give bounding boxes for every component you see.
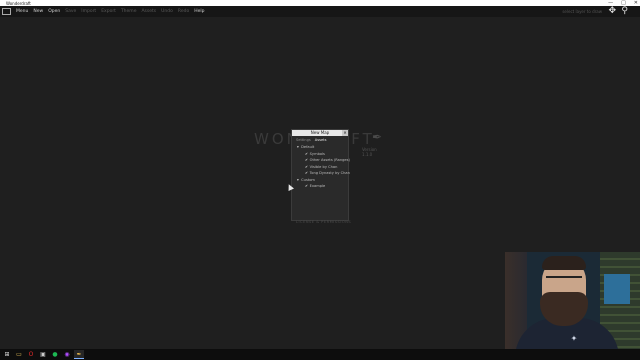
menu-item-open[interactable]: Open — [48, 9, 60, 14]
tree-label: Example — [309, 184, 326, 188]
tree-label: Symbols — [309, 151, 325, 156]
dialog-titlebar: New Map ✕ — [292, 130, 348, 136]
menu-item-save: Save — [65, 9, 77, 14]
menu-item-export: Export — [101, 9, 116, 14]
menu-item-theme: Theme — [120, 9, 137, 14]
tab-assets[interactable]: Assets — [315, 138, 327, 142]
menu-item-assets: Assets — [141, 9, 157, 14]
menu-item-new[interactable]: New — [33, 9, 43, 14]
dialog-title: New Map — [310, 130, 330, 135]
checkbox-icon[interactable]: ✔ — [305, 170, 309, 177]
menu-item-redo: Redo — [177, 9, 190, 14]
menu-item-menu[interactable]: Menu — [16, 9, 28, 14]
expand-arrow-icon[interactable]: ▾ — [297, 144, 300, 151]
tree-label: Tong Dynasty by Chan — [309, 171, 350, 175]
quill-icon: ✒ — [372, 130, 386, 144]
webcam-person-glasses — [546, 276, 582, 284]
tree-label: Custom — [301, 177, 315, 182]
menu-item-undo: Undo — [161, 9, 173, 14]
checkbox-icon[interactable]: ✔ — [305, 183, 309, 190]
version-label: Version 1.1.0 — [362, 147, 377, 157]
wonderdraft-icon[interactable]: ✒ — [74, 350, 84, 359]
os-taskbar: ⊞ ▭ O ▣ ● ◉ ✒ — [0, 349, 640, 360]
menu-item-import: Import — [81, 9, 97, 14]
tree-item-example[interactable]: ✔ Example — [295, 183, 345, 190]
webcam-person-hair — [542, 256, 586, 270]
tab-settings[interactable]: Settings — [296, 138, 311, 142]
opera-icon[interactable]: O — [26, 350, 36, 359]
spotify-icon[interactable]: ● — [50, 350, 60, 359]
webcam-overlay: ✦ — [505, 252, 640, 349]
tree-label: Other Assets (Ranges) — [309, 158, 350, 162]
dialog-close-button[interactable]: ✕ — [342, 130, 348, 136]
app-icon[interactable]: ▣ — [38, 350, 48, 359]
windows-start-icon[interactable]: ⊞ — [2, 350, 12, 359]
window-title: Wonderdraft — [6, 0, 31, 6]
dialog-tabs: Settings Assets — [292, 136, 348, 144]
asset-tree: ▾ Default ✔ Symbols ✔ Other Assets (Rang… — [292, 144, 350, 190]
app-logo-icon[interactable] — [2, 8, 11, 15]
menu-item-help[interactable]: Help — [194, 9, 204, 14]
expand-arrow-icon[interactable]: ▾ — [297, 177, 300, 184]
move-tool-icon[interactable]: ✥ — [608, 6, 616, 17]
zoom-tool-icon[interactable]: ⚲ — [621, 6, 628, 17]
tree-label: Visible by Chan — [309, 164, 338, 169]
tool-hint: select layer to draw — [562, 9, 602, 14]
tree-label: Default — [301, 145, 315, 149]
new-map-dialog: New Map ✕ Settings Assets ▾ Default ✔ Sy… — [291, 129, 350, 221]
shirt-emblem-icon: ✦ — [570, 334, 578, 343]
license-link[interactable]: LICENSE & PERMISSIONS — [296, 220, 351, 224]
webcam-poster — [604, 274, 630, 304]
menubar: Menu New Open Save Import Export Theme A… — [0, 6, 640, 17]
media-icon[interactable]: ◉ — [62, 350, 72, 359]
folder-icon[interactable]: ▭ — [14, 350, 24, 359]
